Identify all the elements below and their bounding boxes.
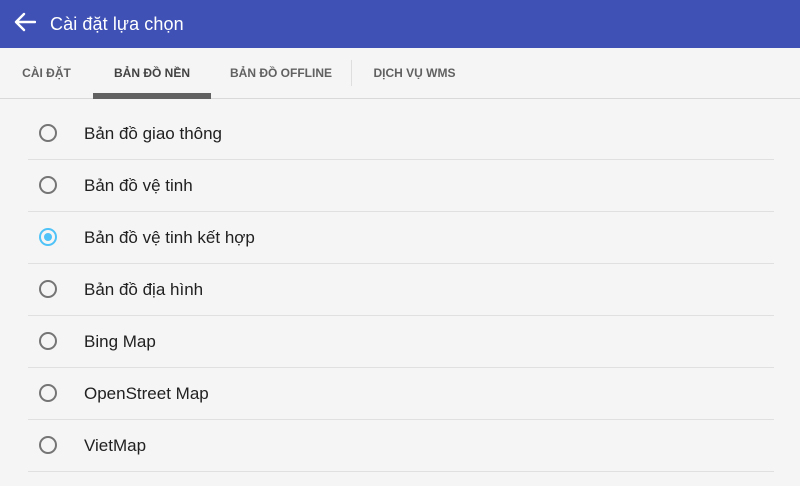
list-item[interactable]: OpenStreet Map [28, 368, 774, 420]
option-label: Bản đồ vệ tinh [84, 176, 193, 195]
app-bar: Cài đặt lựa chọn [0, 0, 800, 48]
tab-settings[interactable]: CÀI ĐẶT [0, 48, 93, 98]
tab-wms-service[interactable]: DỊCH VỤ WMS [352, 48, 477, 98]
radio-button[interactable] [39, 124, 57, 142]
tab-label: BẢN ĐỒ NỀN [113, 66, 190, 80]
tab-base-map[interactable]: BẢN ĐỒ NỀN [93, 48, 211, 99]
radio-button[interactable] [39, 332, 57, 350]
tab-label: BẢN ĐỒ OFFLINE [230, 66, 332, 80]
back-button[interactable] [0, 0, 50, 48]
list-item[interactable]: VietMap [28, 420, 774, 472]
tab-label: DỊCH VỤ WMS [373, 66, 456, 80]
radio-button[interactable] [39, 436, 57, 454]
option-label: Bing Map [84, 332, 156, 351]
option-label: VietMap [84, 436, 147, 455]
radio-button[interactable] [39, 384, 57, 402]
option-label: Bản đồ vệ tinh kết hợp [84, 228, 255, 247]
tab-label: CÀI ĐẶT [22, 66, 71, 80]
option-label: Bản đồ địa hình [84, 280, 204, 299]
option-label: OpenStreet Map [84, 384, 209, 403]
list-item[interactable]: Bản đồ địa hình [28, 264, 774, 316]
page-title: Cài đặt lựa chọn [50, 13, 184, 34]
radio-button[interactable] [39, 280, 57, 298]
radio-button[interactable] [39, 176, 57, 194]
active-tab-indicator [93, 93, 211, 99]
option-label: Bản đồ giao thông [84, 124, 223, 143]
tab-bar: CÀI ĐẶT BẢN ĐỒ NỀN BẢN ĐỒ OFFLINE DỊCH V… [0, 48, 800, 99]
base-map-options-list: Bản đồ giao thông Bản đồ vệ tinh Bản đồ … [28, 108, 774, 472]
list-item[interactable]: Bản đồ vệ tinh kết hợp [28, 212, 774, 264]
radio-button-selected[interactable] [39, 228, 57, 246]
list-item[interactable]: Bing Map [28, 316, 774, 368]
list-item[interactable]: Bản đồ vệ tinh [28, 160, 774, 212]
arrow-left-icon [14, 12, 37, 37]
list-item[interactable]: Bản đồ giao thông [28, 108, 774, 160]
tab-offline-map[interactable]: BẢN ĐỒ OFFLINE [211, 48, 351, 98]
